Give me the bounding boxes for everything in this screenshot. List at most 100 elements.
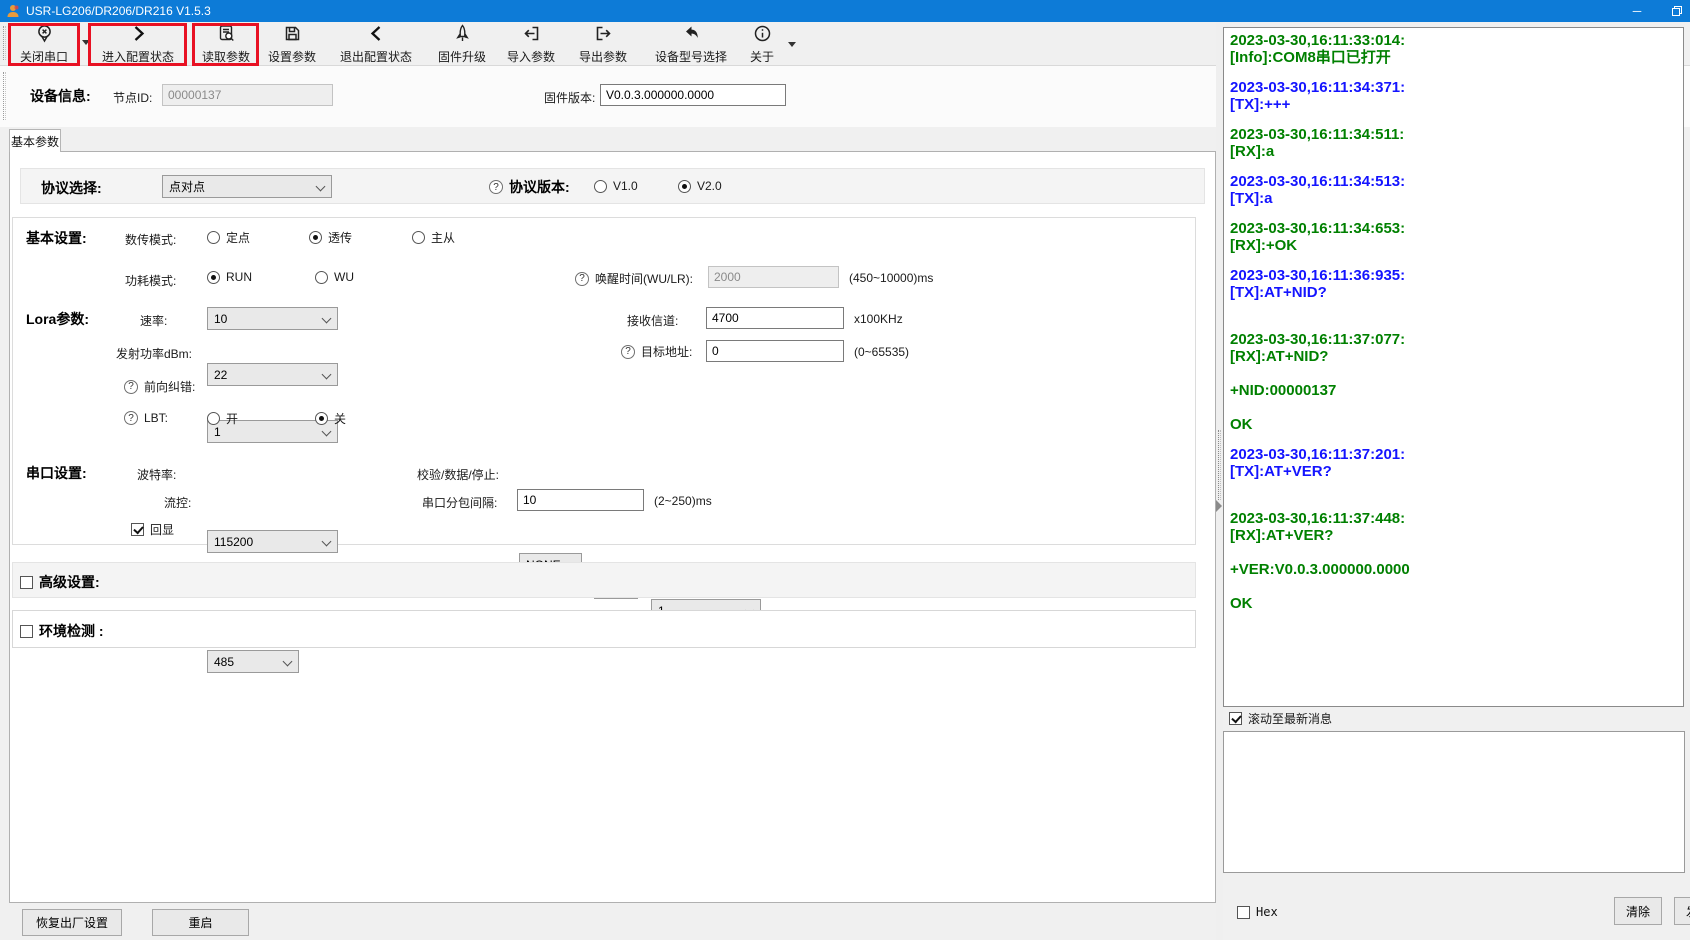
toolbar-button-import-params[interactable]: 导入参数 [500,24,562,65]
basic-params-panel: 协议选择: 点对点 ? 协议版本: V1.0 V2.0 基本设置: 数传模式: … [9,151,1216,903]
target-address-range: (0~65535) [854,345,909,359]
echo-label: 回显 [150,521,174,538]
node-id-label: 节点ID: [113,89,152,106]
fec-label: 前向纠错: [144,378,195,395]
splitter-grip[interactable] [1218,430,1221,500]
rate-combo[interactable]: 10 [207,307,338,330]
chevron-left-icon [367,24,386,43]
radio-power-wu[interactable]: WU [315,270,354,284]
firmware-upgrade-rocket-icon [453,24,472,43]
minimize-button[interactable]: ─ [1628,4,1646,18]
target-address-help-icon[interactable]: ? [621,345,635,359]
send-input[interactable] [1223,731,1685,873]
radio-data-mode-master-slave[interactable]: 主从 [412,229,455,246]
hex-checkbox[interactable] [1237,906,1250,919]
toolbar-overflow-caret[interactable] [788,42,796,47]
target-address-label: 目标地址: [641,343,692,360]
echo-checkbox-field[interactable]: 回显 [131,521,174,538]
wake-time-field[interactable] [708,266,839,288]
packet-interval-label: 串口分包间隔: [422,494,497,511]
back-arrow-icon [682,24,701,43]
advanced-settings-checkbox[interactable] [20,576,33,589]
save-icon [283,24,302,43]
radio-power-run[interactable]: RUN [207,270,252,284]
toolbar-button-label: 固件升级 [438,48,486,65]
toolbar-button-firmware-upgrade[interactable]: 固件升级 [432,24,492,65]
rate-label: 速率: [140,312,167,329]
toolbar-button-label: 退出配置状态 [340,48,412,65]
scroll-latest-checkbox[interactable] [1229,712,1242,725]
device-row-gripper[interactable] [3,72,6,120]
tx-power-combo[interactable]: 22 [207,363,338,386]
hex-field[interactable]: Hex [1237,905,1278,919]
toolbar-button-about[interactable]: 关于 [744,24,780,65]
restore-button[interactable] [1672,6,1682,16]
radio-v1-circle[interactable] [594,180,607,193]
scroll-latest-field[interactable]: 滚动至最新消息 [1229,710,1332,727]
restore-factory-button[interactable]: 恢复出厂设置 [22,909,122,936]
lbt-help-icon[interactable]: ? [124,411,138,425]
rx-channel-unit: x100KHz [854,312,903,326]
rx-channel-label: 接收信道: [627,312,678,329]
import-params-icon [522,24,541,43]
basic-settings-label: 基本设置: [26,228,87,248]
packet-interval-field[interactable] [517,489,644,511]
wake-time-help-icon[interactable]: ? [575,272,589,286]
lora-params-label: Lora参数: [26,309,89,329]
toolbar-button-label: 导入参数 [507,48,555,65]
toolbar-button-label: 设备型号选择 [655,48,727,65]
toolbar-button-exit-config[interactable]: 退出配置状态 [330,24,422,65]
advanced-settings-label: 高级设置: [39,572,100,592]
radio-data-mode-transparent[interactable]: 透传 [309,229,352,246]
toolbar-button-export-params[interactable]: 导出参数 [572,24,634,65]
window-title: USR-LG206/DR206/DR216 V1.5.3 [26,4,211,18]
clear-button[interactable]: 清除 [1614,897,1662,925]
packet-interval-range: (2~250)ms [654,494,712,508]
environment-toggle[interactable]: 环境检测 : [20,621,104,641]
environment-checkbox[interactable] [20,625,33,638]
radio-lbt-on[interactable]: 开 [207,410,238,427]
protocol-version-label: 协议版本: [509,177,570,197]
wake-time-range: (450~10000)ms [849,271,933,285]
firmware-version-field[interactable] [600,84,786,106]
radio-data-mode-fixed[interactable]: 定点 [207,229,250,246]
toolbar-button-device-model-select[interactable]: 设备型号选择 [644,24,738,65]
tx-power-label: 发射功率dBm: [116,345,192,362]
node-id-field[interactable] [162,84,333,106]
send-button-clipped[interactable]: 发送 [1674,897,1690,925]
splitter-collapse-arrow-icon[interactable] [1216,500,1222,512]
panel-splitter[interactable] [1216,22,1223,940]
hex-label: Hex [1256,905,1278,919]
log-entry: 2023-03-30,16:11:34:513:[TX]:a [1230,173,1677,207]
baud-rate-combo[interactable]: 115200 [207,530,338,553]
protocol-select-combo[interactable]: 点对点 [162,175,332,198]
tab-basic-params[interactable]: 基本参数 [9,129,61,152]
radio-v2[interactable]: V2.0 [678,179,722,193]
radio-v1[interactable]: V1.0 [594,179,638,193]
echo-checkbox[interactable] [131,523,144,536]
scroll-latest-label: 滚动至最新消息 [1248,710,1332,727]
serial-log-output[interactable]: 2023-03-30,16:11:33:014:[Info]:COM8串口已打开… [1223,27,1684,707]
annotation-box-2 [88,23,187,66]
flow-control-combo[interactable]: 485 [207,650,299,673]
flow-control-label: 流控: [164,494,191,511]
toolbar-gripper[interactable] [3,26,6,60]
serial-settings-label: 串口设置: [26,463,87,483]
advanced-settings-toggle[interactable]: 高级设置: [20,572,100,592]
toolbar-button-set-params[interactable]: 设置参数 [262,24,322,65]
device-info-label: 设备信息: [30,86,91,106]
target-address-field[interactable] [706,340,844,362]
radio-lbt-off[interactable]: 关 [315,410,346,427]
data-mode-label: 数传模式: [125,231,176,248]
fec-help-icon[interactable]: ? [124,380,138,394]
protocol-version-help-icon[interactable]: ? [489,180,503,194]
radio-v2-circle[interactable] [678,180,691,193]
log-entry: 2023-03-30,16:11:34:371:[TX]:+++ [1230,79,1677,113]
rx-channel-field[interactable] [706,307,844,329]
annotation-box-1 [8,23,80,66]
app-window: USR-LG206/DR206/DR216 V1.5.3 ─ 关闭串口 进入配置… [0,0,1690,940]
info-icon [753,24,772,43]
restart-button[interactable]: 重启 [152,909,249,936]
annotation-box-3 [192,23,259,66]
toolbar-button-label: 关于 [750,48,774,65]
